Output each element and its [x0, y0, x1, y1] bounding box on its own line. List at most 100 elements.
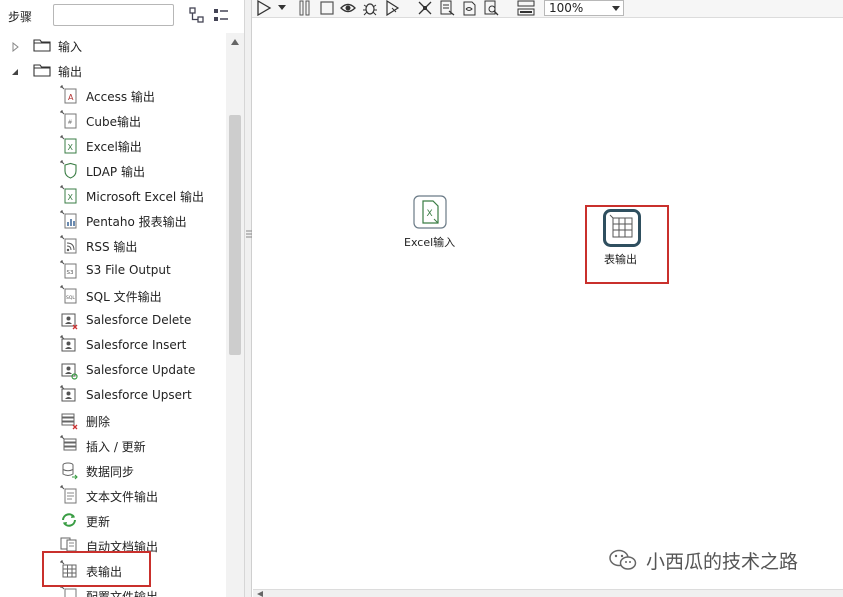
tree-step-cube-output[interactable]: # Cube输出 — [0, 108, 226, 133]
tree-step-ldap-output[interactable]: LDAP 输出 — [0, 158, 226, 183]
tree-step-label: S3 File Output — [86, 263, 171, 277]
folder-icon — [33, 63, 51, 77]
folder-icon — [33, 38, 51, 52]
tree-step-label: 插入 / 更新 — [86, 440, 146, 454]
steps-panel-header: 步骤 — [0, 0, 244, 30]
expand-all-icon[interactable] — [213, 7, 229, 23]
explore-db-icon[interactable] — [483, 0, 499, 16]
text-file-output-icon — [60, 485, 78, 505]
tree-step-label: LDAP 输出 — [86, 165, 145, 179]
tree-step-text-file-output[interactable]: 文本文件输出 — [0, 483, 226, 508]
canvas-horizontal-scrollbar[interactable] — [253, 589, 843, 597]
pause-icon[interactable] — [298, 0, 312, 16]
tree-step-access-output[interactable]: A Access 输出 — [0, 83, 226, 108]
tree-step-label: RSS 输出 — [86, 240, 138, 254]
impact-analysis-icon[interactable] — [439, 0, 455, 16]
salesforce-update-icon — [60, 360, 78, 380]
tree-step-salesforce-delete[interactable]: Salesforce Delete — [0, 308, 226, 333]
svg-text:X: X — [68, 143, 74, 152]
insert-update-icon — [60, 435, 78, 455]
zoom-select[interactable]: 100% — [544, 0, 624, 16]
transformation-canvas[interactable]: X Excel输入 表输出 — [253, 19, 843, 589]
tree-step-label: Salesforce Update — [86, 363, 196, 377]
run-icon[interactable] — [256, 0, 272, 17]
svg-text:A: A — [68, 93, 74, 102]
salesforce-insert-icon — [60, 335, 78, 355]
s3-output-icon: S3 — [60, 260, 78, 280]
tree-folder-label: 输入 — [58, 40, 83, 54]
tree-step-salesforce-upsert[interactable]: Salesforce Upsert — [0, 383, 226, 408]
tree-step-delete[interactable]: 删除 — [0, 408, 226, 433]
tree-folder-input[interactable]: 输入 — [0, 33, 226, 58]
splitter-grip-icon — [246, 230, 252, 238]
tree-step-ms-excel-output[interactable]: X Microsoft Excel 输出 — [0, 183, 226, 208]
tree-folder-output[interactable]: 输出 — [0, 58, 226, 83]
update-icon — [60, 510, 78, 530]
tree-step-update[interactable]: 更新 — [0, 508, 226, 533]
wechat-logo-icon — [608, 548, 640, 572]
pentaho-report-icon — [60, 210, 78, 230]
watermark-text: 小西瓜的技术之路 — [646, 551, 799, 573]
access-output-icon: A — [60, 85, 78, 105]
tree-step-label: Cube输出 — [86, 115, 141, 129]
canvas-highlight-box — [585, 205, 669, 284]
tree-scrollbar[interactable] — [226, 33, 244, 597]
tree-step-label: Microsoft Excel 输出 — [86, 190, 205, 204]
svg-text:S3: S3 — [67, 270, 74, 276]
ms-excel-output-icon: X — [60, 185, 78, 205]
canvas-node-label: Excel输入 — [404, 236, 456, 249]
sql-icon[interactable] — [461, 0, 477, 16]
replay-icon[interactable] — [384, 0, 400, 17]
collapse-all-icon[interactable] — [189, 7, 205, 23]
tree-step-label: 配置文件输出 — [86, 590, 159, 597]
canvas-toolbar: 100% — [252, 0, 843, 18]
tree-step-label: Pentaho 报表输出 — [86, 215, 187, 229]
run-options-dropdown-icon[interactable] — [277, 0, 287, 16]
tree-folder-label: 输出 — [58, 65, 83, 79]
tree-highlight-box — [42, 551, 151, 587]
stop-icon[interactable] — [319, 0, 335, 16]
pentaho-spoon-window: 步骤 输入 输出 A Access 输出 # Cube输出 X Excel输出 … — [0, 0, 843, 597]
data-sync-icon — [60, 460, 78, 480]
tree-step-label: 文本文件输出 — [86, 490, 159, 504]
tree-step-s3-file-output[interactable]: S3 S3 File Output — [0, 258, 226, 283]
verify-icon[interactable] — [417, 0, 433, 16]
tree-step-label: 删除 — [86, 415, 111, 429]
svg-text:#: # — [68, 119, 73, 126]
panel-splitter[interactable] — [244, 0, 252, 597]
salesforce-upsert-icon — [60, 385, 78, 405]
scroll-up-arrow-icon[interactable] — [231, 39, 239, 45]
scroll-left-arrow-icon[interactable] — [257, 591, 263, 597]
tree-step-label: SQL 文件输出 — [86, 290, 162, 304]
step-search-input[interactable] — [53, 4, 174, 26]
tree-step-label: 更新 — [86, 515, 111, 529]
tree-step-sql-file-output[interactable]: SQL SQL 文件输出 — [0, 283, 226, 308]
excel-input-icon: X — [413, 195, 447, 229]
ldap-output-icon — [60, 160, 78, 180]
tree-step-label: Salesforce Delete — [86, 313, 192, 327]
tree-scrollbar-thumb[interactable] — [229, 115, 241, 355]
canvas-node-excel-input[interactable]: X — [413, 195, 447, 229]
collapsed-arrow-icon[interactable] — [10, 41, 20, 53]
tree-step-rss-output[interactable]: RSS 输出 — [0, 233, 226, 258]
preview-eye-icon[interactable] — [340, 0, 356, 16]
tree-step-label: Excel输出 — [86, 140, 142, 154]
expanded-arrow-icon[interactable] — [10, 66, 20, 76]
show-results-icon[interactable] — [517, 0, 535, 16]
steps-panel-title: 步骤 — [8, 10, 33, 24]
tree-step-pentaho-report-output[interactable]: Pentaho 报表输出 — [0, 208, 226, 233]
tree-step-excel-output[interactable]: X Excel输出 — [0, 133, 226, 158]
steps-panel: 步骤 输入 输出 A Access 输出 # Cube输出 X Excel输出 … — [0, 0, 244, 597]
svg-text:X: X — [68, 193, 74, 202]
tree-step-salesforce-update[interactable]: Salesforce Update — [0, 358, 226, 383]
sql-file-output-icon: SQL — [60, 285, 78, 305]
tree-step-label: Salesforce Upsert — [86, 388, 192, 402]
svg-text:X: X — [427, 209, 433, 219]
tree-step-salesforce-insert[interactable]: Salesforce Insert — [0, 333, 226, 358]
tree-step-label: Salesforce Insert — [86, 338, 187, 352]
debug-bug-icon[interactable] — [362, 0, 378, 16]
tree-step-insert-update[interactable]: 插入 / 更新 — [0, 433, 226, 458]
tree-step-data-sync[interactable]: 数据同步 — [0, 458, 226, 483]
chevron-down-icon[interactable] — [612, 6, 620, 11]
rss-output-icon — [60, 235, 78, 255]
